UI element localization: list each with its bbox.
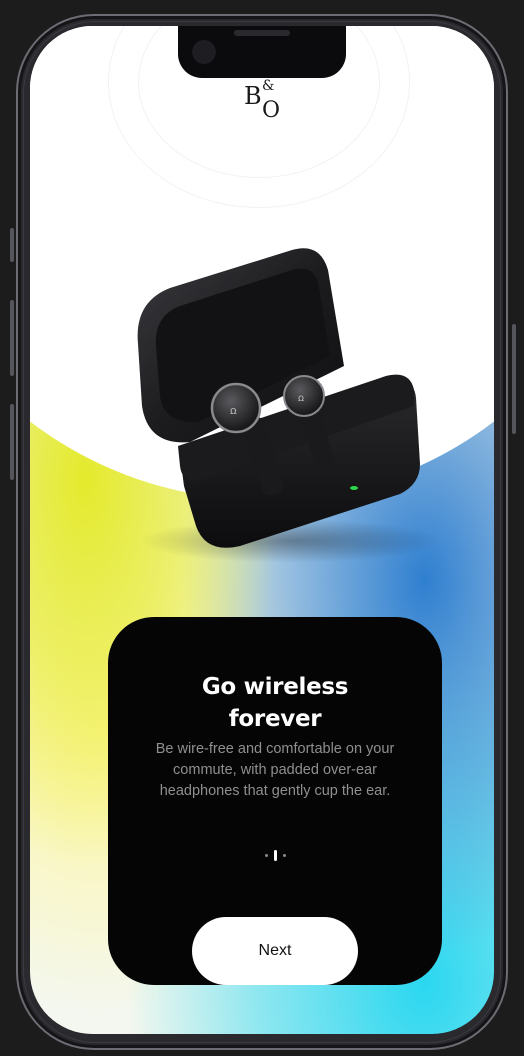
left-earbud-logo: ꭥ: [230, 404, 237, 417]
logo-letter-b: B: [244, 82, 262, 110]
logo-letter-o: O: [262, 98, 281, 123]
card-description: Be wire-free and comfortable on your com…: [155, 741, 395, 799]
pagination-dot-active[interactable]: [273, 849, 277, 861]
pagination-dot[interactable]: [282, 853, 286, 857]
brand-logo: B & O: [244, 78, 284, 128]
next-button[interactable]: Next: [192, 917, 358, 985]
volume-up-button: [10, 300, 14, 376]
front-camera: [192, 40, 216, 64]
onboarding-card: Go wireless forever Be wire-free and com…: [108, 617, 442, 985]
card-title: Go wireless forever: [201, 674, 349, 732]
power-button: [512, 324, 516, 434]
charging-indicator-light: [350, 486, 358, 490]
right-earbud-logo: ꭥ: [298, 393, 304, 404]
pagination-dots: [108, 849, 442, 861]
logo-ampersand: &: [262, 78, 275, 94]
volume-down-button: [10, 404, 14, 480]
device-notch: [178, 26, 346, 78]
mute-switch: [10, 228, 14, 262]
pagination-dot[interactable]: [264, 853, 268, 857]
onboarding-screen: ꭥ ꭥ B & O Go wireless forever Be wire-fr…: [30, 26, 494, 1034]
earpiece-speaker: [234, 30, 290, 36]
device-stage: ꭥ ꭥ B & O Go wireless forever Be wire-fr…: [0, 0, 524, 1056]
